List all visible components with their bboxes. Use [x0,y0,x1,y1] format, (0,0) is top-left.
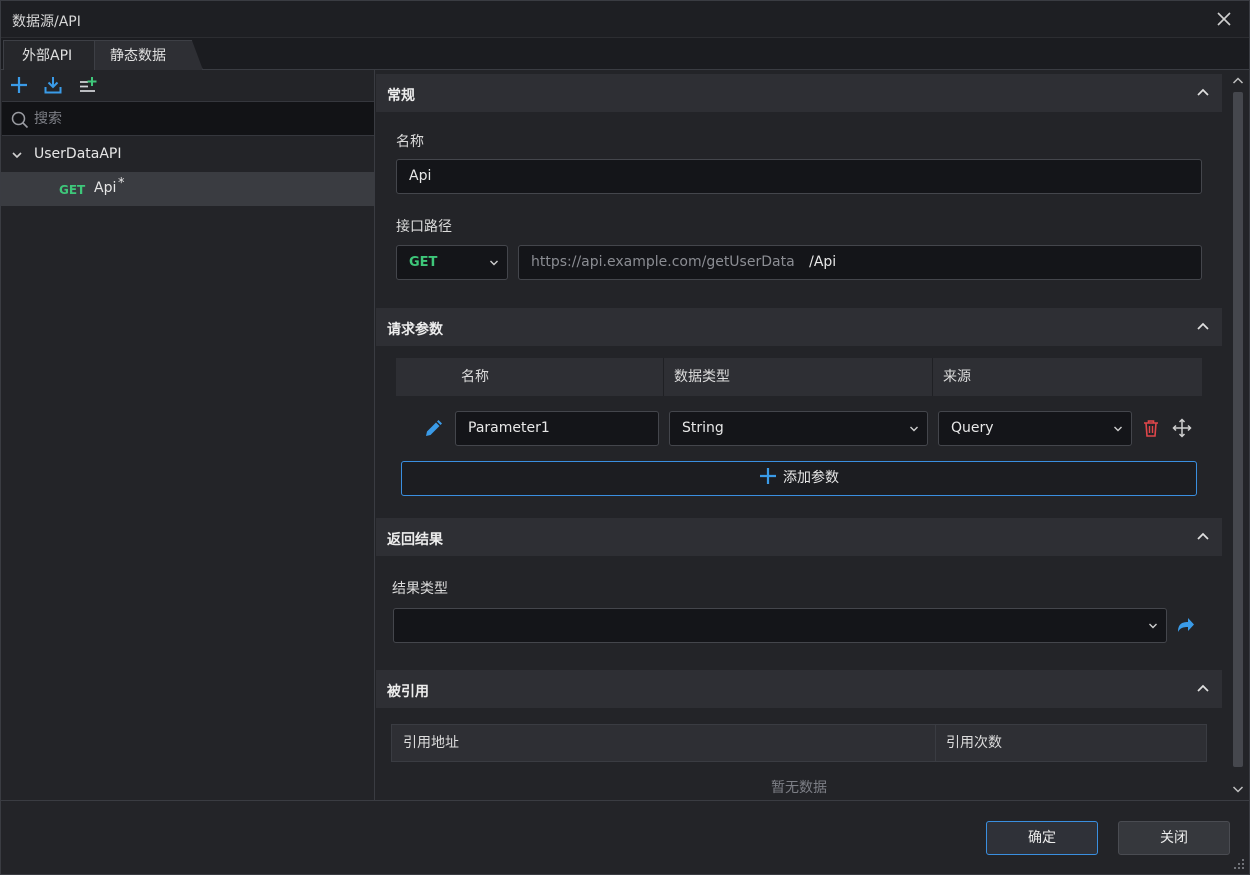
tab-static-data[interactable]: 静态数据 [91,40,203,70]
param-type-select[interactable]: String [669,411,928,446]
tree-item-api[interactable]: GET Api * [1,172,374,206]
method-select[interactable]: GET [396,245,508,280]
window-title: 数据源/API [12,14,81,30]
path-label: 接口路径 [396,219,452,235]
api-detail-panel: 常规 名称 Api 接口路径 GET https://api.example.c… [376,70,1249,800]
name-value: Api [409,168,432,184]
modified-mark: * [118,176,125,191]
api-list-panel: UserDataAPI GET Api * [1,70,375,800]
section-params-header[interactable]: 请求参数 [376,308,1222,346]
search-box [2,101,374,136]
tab-external-api[interactable]: 外部API [3,40,95,70]
close-button[interactable]: 关闭 [1118,821,1230,855]
tab-label: 外部API [22,48,73,64]
chevron-up-icon[interactable] [1196,531,1210,541]
dialog-window: 数据源/API 静态数据 外部API 搜索 UserDataAPI GET Ap… [0,0,1250,875]
method-value: GET [409,255,438,270]
tree-item-label: Api [94,180,117,196]
column-header: 引用次数 [935,725,1206,761]
chevron-down-icon[interactable] [1232,784,1244,794]
http-method-badge: GET [59,183,86,197]
chevron-up-icon[interactable] [1196,683,1210,693]
section-refs-header[interactable]: 被引用 [376,670,1222,708]
close-icon[interactable] [1215,10,1233,28]
add-parameter-label: 添加参数 [783,470,839,486]
param-type-value: String [682,420,724,436]
download-icon[interactable] [43,75,63,95]
param-source-value: Query [951,420,994,436]
chevron-up-icon[interactable] [1196,321,1210,331]
param-name-field[interactable]: Parameter1 [455,411,659,446]
chevron-up-icon[interactable] [1196,87,1210,97]
params-table-header: 名称 数据类型 来源 [396,358,1202,396]
pencil-icon[interactable] [423,419,443,439]
search-icon [11,111,29,129]
column-header: 数据类型 [663,358,932,396]
name-field[interactable]: Api [396,159,1202,194]
left-toolbar [1,70,374,101]
plus-icon [760,468,776,484]
base-url: https://api.example.com/getUserData [531,254,795,270]
path-field[interactable]: https://api.example.com/getUserData /Api [518,245,1202,280]
column-header: 引用地址 [403,735,459,751]
list-add-icon[interactable] [78,75,98,95]
ok-button[interactable]: 确定 [986,821,1098,855]
search-input[interactable] [34,109,354,129]
chevron-down-icon[interactable] [11,149,23,161]
result-type-select[interactable] [393,608,1167,643]
section-title: 常规 [387,88,415,104]
section-result-header[interactable]: 返回结果 [376,518,1222,556]
section-general-header[interactable]: 常规 [376,74,1222,112]
refs-table-header: 引用地址 引用次数 [391,724,1207,762]
chevron-down-icon [1149,623,1157,629]
section-title: 请求参数 [387,322,443,338]
path-value: /Api [809,254,837,270]
title-bar: 数据源/API [1,1,1249,38]
empty-state-text: 暂无数据 [771,780,827,796]
plus-icon[interactable] [9,75,29,95]
section-title: 被引用 [387,684,429,700]
name-label: 名称 [396,134,424,150]
trash-icon[interactable] [1142,418,1160,438]
scroll-thumb[interactable] [1233,92,1243,767]
resize-grip-icon[interactable] [1233,858,1245,870]
tree-group-label: UserDataAPI [34,146,122,162]
goto-icon[interactable] [1175,615,1195,635]
chevron-down-icon [910,426,918,432]
tree-group-userdataapi[interactable]: UserDataAPI [1,138,374,172]
column-header: 来源 [932,358,1202,396]
param-name-value: Parameter1 [468,420,550,436]
section-title: 返回结果 [387,532,443,548]
param-source-select[interactable]: Query [938,411,1132,446]
chevron-down-icon [1114,426,1122,432]
vertical-scrollbar[interactable] [1229,70,1249,800]
add-parameter-button[interactable]: 添加参数 [401,461,1197,496]
chevron-up-icon[interactable] [1232,76,1244,86]
chevron-down-icon [490,260,498,266]
tab-bar: 静态数据 外部API [1,38,1249,70]
column-header: 名称 [461,369,489,385]
move-icon[interactable] [1172,418,1192,438]
tab-label: 静态数据 [110,48,166,64]
result-type-label: 结果类型 [392,581,448,597]
dialog-footer: 确定 关闭 [1,800,1249,874]
